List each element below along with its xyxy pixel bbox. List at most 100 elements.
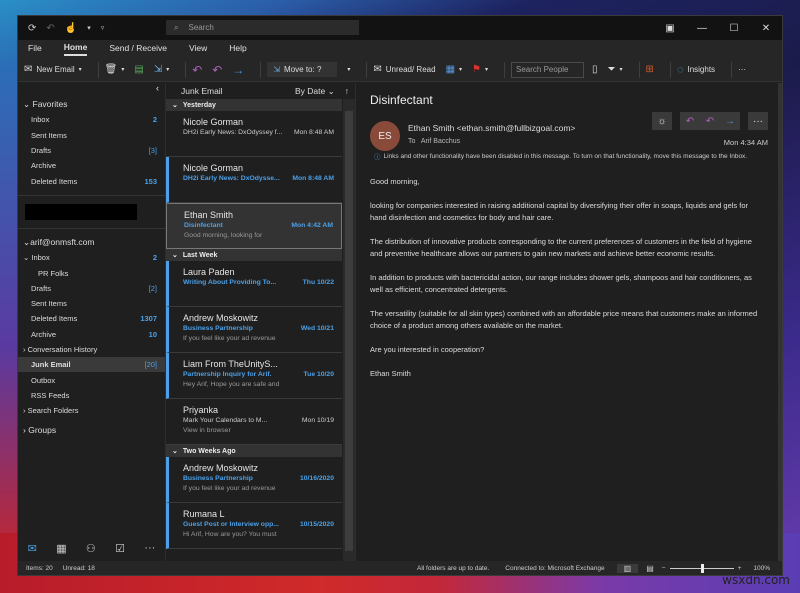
menu-view[interactable]: View (189, 43, 207, 55)
minimize-button[interactable]: — (686, 23, 718, 34)
chevron-down-icon[interactable]: ▾ (87, 24, 91, 32)
message-item[interactable]: Laura Paden Writing About Providing To...… (166, 261, 342, 307)
mail-icon[interactable]: ✉ (28, 542, 37, 555)
favorite-folder[interactable]: Drafts [3] (18, 143, 165, 158)
account-header[interactable]: ⌄arif@onmsft.com (18, 235, 165, 250)
folder-item[interactable]: PR Folks (18, 265, 165, 280)
scrollbar-thumb[interactable] (345, 111, 353, 551)
categorize-button[interactable]: ▦ ▾ (446, 64, 462, 75)
menu-home[interactable]: Home (63, 42, 88, 56)
subject: Partnership Inquiry for Arif. (183, 371, 272, 378)
favorite-folder[interactable]: Archive (18, 158, 165, 173)
message-item[interactable]: Nicole Gorman DH2i Early News: DxOdysse..… (166, 157, 342, 203)
brightness-icon[interactable]: ☼ (652, 112, 672, 130)
new-email-button[interactable]: ✉ New Email ▾ (24, 64, 82, 75)
maximize-button[interactable]: ☐ (718, 23, 750, 34)
folder-item[interactable]: RSS Feeds (18, 388, 165, 403)
favorite-folder[interactable]: Inbox 2 (18, 112, 165, 127)
move-to-quickstep[interactable]: ⇲ Move to: ? (267, 62, 338, 77)
menu-send-receive[interactable]: Send / Receive (109, 43, 167, 55)
group-header[interactable]: ⌄ Two Weeks Ago (166, 445, 342, 457)
chevron-down-icon[interactable]: ▾ (79, 66, 82, 73)
favorite-folder[interactable]: Deleted Items 153 (18, 173, 165, 188)
close-button[interactable]: ✕ (750, 23, 782, 34)
more-actions-icon[interactable]: ··· (748, 112, 768, 130)
favorite-folder[interactable]: Sent Items (18, 128, 165, 143)
reply-all-button[interactable]: ↶ (212, 63, 222, 77)
group-header[interactable]: ⌄ Last Week (166, 249, 342, 261)
move-button[interactable]: ⇲ ▾ (154, 64, 169, 75)
message-item[interactable]: Andrew Moskowitz Business Partnership 10/1… (166, 457, 342, 503)
more-apps-icon[interactable]: ··· (144, 542, 155, 554)
sender[interactable]: Ethan Smith <ethan.smith@fullbizgoal.com… (408, 123, 575, 133)
insights-button[interactable]: ◌ Insights (677, 64, 715, 76)
touch-mode-icon[interactable]: ☝ (65, 23, 77, 34)
divider (97, 61, 99, 78)
delete-button[interactable]: 🗑 ▾ (105, 64, 125, 75)
folder-item[interactable]: › Search Folders (18, 403, 165, 418)
message-item[interactable]: Rumana L Guest Post or Interview opp... 10… (166, 503, 342, 549)
collapse-pane-icon[interactable]: ‹ (18, 83, 165, 97)
menu-help[interactable]: Help (229, 43, 246, 55)
folder-item[interactable]: Junk Email [20] (18, 357, 165, 373)
search-input[interactable]: ⌕ Search (166, 20, 359, 35)
unread-count: 2 (152, 253, 157, 263)
folder-label: Archive (31, 161, 57, 171)
recipient[interactable]: Arif Bacchus (421, 138, 460, 145)
folder-item[interactable]: › Conversation History (18, 342, 165, 357)
sort-direction-icon[interactable]: ↑ (345, 86, 349, 97)
unread-count: 153 (144, 176, 157, 186)
search-people-input[interactable]: Search People (511, 61, 585, 78)
avatar[interactable]: ES (370, 121, 400, 151)
subject-row: Partnership Inquiry for Arif. Tue 10/20 (183, 371, 334, 378)
folder-item[interactable]: Drafts [2] (18, 281, 165, 296)
follow-up-button[interactable]: ⚑ ▾ (472, 64, 488, 75)
groups-header[interactable]: › Groups (18, 422, 165, 437)
message-item[interactable]: Priyanka Mark Your Calendars to M... Mon 1… (166, 399, 342, 445)
reading-view-icon[interactable]: ▤ (638, 564, 662, 573)
get-addins-button[interactable]: ⊞ (646, 64, 654, 75)
message-item[interactable]: Nicole Gorman DH2i Early News: DxOdyssey … (166, 111, 342, 157)
folder-item[interactable]: Outbox (18, 372, 165, 387)
archive-button[interactable]: ▤ (134, 64, 143, 75)
reply-all-icon[interactable]: ↶ (700, 112, 720, 130)
undo-icon[interactable]: ↶ (46, 23, 54, 34)
normal-view-icon[interactable]: ▥ (616, 563, 639, 573)
chevron-down-icon[interactable]: ▾ (347, 66, 350, 73)
zoom-in-button[interactable]: + (738, 565, 742, 572)
reply-button[interactable]: ↶ (192, 63, 202, 77)
customize-icon[interactable]: ▿ (101, 24, 105, 32)
zoom-slider[interactable] (669, 563, 734, 573)
menu-file[interactable]: File (28, 43, 42, 55)
forward-icon[interactable]: → (720, 112, 740, 130)
reply-icon[interactable]: ↶ (680, 112, 700, 130)
people-icon[interactable]: ⚇ (86, 542, 96, 555)
folder-item[interactable]: ⌄ Inbox 2 (18, 250, 165, 265)
group-header[interactable]: ⌄ Yesterday (166, 99, 342, 111)
folder-item[interactable]: Deleted Items 1307 (18, 311, 165, 326)
sync-icon[interactable]: ⟳ (28, 23, 36, 34)
preview: Good morning, looking for (184, 232, 263, 239)
chevron-down-icon: ⌄ (172, 448, 178, 455)
forward-button[interactable]: → (232, 63, 244, 77)
more-commands-button[interactable]: ··· (738, 65, 746, 74)
unread-read-label: Unread/ Read (385, 65, 436, 74)
tasks-icon[interactable]: ☑ (115, 542, 125, 555)
address-book-button[interactable]: ▯ (592, 64, 598, 75)
folder-item[interactable]: Archive 10 (18, 327, 165, 342)
zoom-slider-thumb[interactable] (700, 563, 704, 573)
message-item[interactable]: Ethan Smith Disinfectant Mon 4:42 AM Good m… (166, 203, 342, 249)
list-scrollbar[interactable] (343, 99, 355, 561)
ribbon-display-icon[interactable]: ▣ (654, 23, 686, 34)
zoom-out-button[interactable]: − (662, 565, 666, 572)
reading-scrollbar[interactable] (778, 83, 782, 561)
message-item[interactable]: Liam From TheUnityS... Partnership Inquir… (166, 353, 342, 399)
unread-read-button[interactable]: ✉ Unread/ Read (373, 64, 435, 75)
message-item[interactable]: Andrew Moskowitz Business Partnership Wed … (166, 307, 342, 353)
folder-item[interactable]: Sent Items (18, 296, 165, 311)
sort-dropdown[interactable]: By Date ⌄ (295, 86, 335, 97)
subject: Writing About Providing To... (183, 279, 277, 286)
filter-email-button[interactable]: ⏷ ▾ (608, 64, 623, 75)
favorites-header[interactable]: ⌄ Favorites (18, 97, 165, 112)
calendar-icon[interactable]: ▦ (56, 542, 66, 555)
